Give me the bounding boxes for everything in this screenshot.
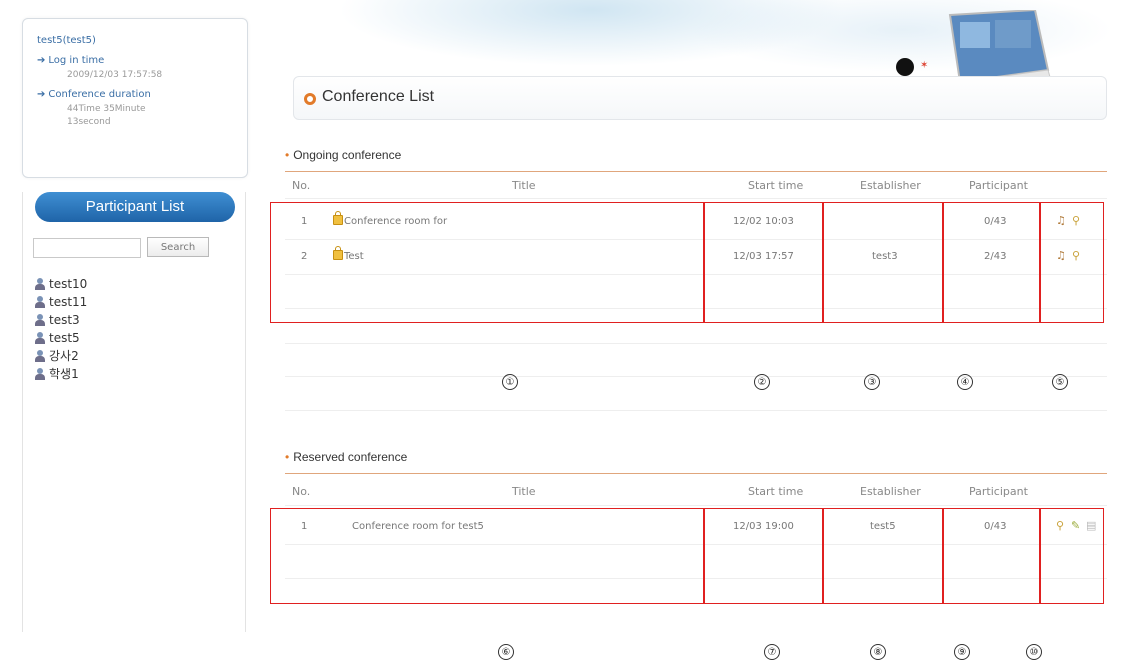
participant-item[interactable]: test11 xyxy=(35,294,87,310)
marker-4: ④ xyxy=(957,374,973,390)
participant-name: 학생1 xyxy=(49,367,79,381)
annotation-divider xyxy=(703,202,705,323)
col-header-start-time: Start time xyxy=(748,179,804,192)
participant-item[interactable]: 학생1 xyxy=(35,366,79,382)
title-bullet-icon xyxy=(304,93,316,105)
cable-icon: ✶ xyxy=(920,60,929,71)
bullet-icon: • xyxy=(285,148,290,162)
user-icon xyxy=(35,314,45,326)
annotation-divider xyxy=(822,508,824,604)
annotation-box-ongoing xyxy=(270,202,1104,323)
conference-duration-value-2: 13second xyxy=(67,117,111,127)
col-header-establisher: Establisher xyxy=(860,179,921,192)
participant-item[interactable]: test10 xyxy=(35,276,87,292)
participant-name: test3 xyxy=(49,313,80,327)
user-icon xyxy=(35,368,45,380)
participant-name: test5 xyxy=(49,331,80,345)
login-time-label: ➔ Log in time xyxy=(37,55,104,66)
user-info-box: test5(test5) ➔ Log in time 2009/12/03 17:… xyxy=(22,18,248,178)
participant-item[interactable]: test3 xyxy=(35,312,80,328)
col-header-no: No. xyxy=(292,485,311,498)
login-time-text: Log in time xyxy=(48,55,105,66)
marker-7: ⑦ xyxy=(764,644,780,660)
col-header-title: Title xyxy=(512,485,536,498)
webcam-icon xyxy=(896,58,914,76)
page-title-bar: Conference List xyxy=(293,76,1107,120)
reserved-section-title: • Reserved conference xyxy=(285,450,407,464)
marker-8: ⑧ xyxy=(870,644,886,660)
col-header-no: No. xyxy=(292,179,311,192)
grid-line xyxy=(285,505,1107,506)
annotation-divider xyxy=(942,508,944,604)
marker-9: ⑨ xyxy=(954,644,970,660)
login-time-value: 2009/12/03 17:57:58 xyxy=(67,70,163,80)
participant-search-button[interactable]: Search xyxy=(147,237,209,257)
ongoing-section-title: • Ongoing conference xyxy=(285,148,401,162)
section-divider xyxy=(285,473,1107,474)
grid-line xyxy=(285,343,1107,344)
arrow-icon: ➔ xyxy=(37,55,46,66)
conference-duration-text: Conference duration xyxy=(48,89,151,100)
annotation-divider xyxy=(822,202,824,323)
col-header-establisher: Establisher xyxy=(860,485,921,498)
annotation-divider xyxy=(703,508,705,604)
marker-1: ① xyxy=(502,374,518,390)
participant-list-panel: Participant List Search test10 test11 te… xyxy=(22,192,246,632)
annotation-divider xyxy=(1039,508,1041,604)
participant-name: 강사2 xyxy=(49,349,79,363)
col-header-participant: Participant xyxy=(969,485,1028,498)
participant-list-header: Participant List xyxy=(35,192,235,222)
col-header-title: Title xyxy=(512,179,536,192)
marker-5: ⑤ xyxy=(1052,374,1068,390)
col-header-start-time: Start time xyxy=(748,485,804,498)
user-icon xyxy=(35,296,45,308)
grid-line xyxy=(285,198,1107,199)
marker-10: ⑩ xyxy=(1026,644,1042,660)
grid-line xyxy=(285,410,1107,411)
user-icon xyxy=(35,332,45,344)
grid-line xyxy=(285,376,1107,377)
participant-name: test11 xyxy=(49,295,88,309)
user-icon xyxy=(35,350,45,362)
marker-3: ③ xyxy=(864,374,880,390)
arrow-icon: ➔ xyxy=(37,89,46,100)
reserved-section-label: Reserved conference xyxy=(293,450,408,464)
col-header-participant: Participant xyxy=(969,179,1028,192)
conference-duration-label: ➔ Conference duration xyxy=(37,89,151,100)
participant-name: test10 xyxy=(49,277,88,291)
participant-search-input[interactable] xyxy=(33,238,141,258)
bullet-icon: • xyxy=(285,450,290,464)
participant-item[interactable]: test5 xyxy=(35,330,80,346)
section-divider xyxy=(285,171,1107,172)
ongoing-section-label: Ongoing conference xyxy=(293,148,402,162)
annotation-box-reserved xyxy=(270,508,1104,604)
page-title: Conference List xyxy=(322,88,435,105)
marker-6: ⑥ xyxy=(498,644,514,660)
annotation-divider xyxy=(1039,202,1041,323)
conference-duration-value-1: 44Time 35Minute xyxy=(67,104,146,114)
marker-2: ② xyxy=(754,374,770,390)
username: test5(test5) xyxy=(37,35,96,46)
participant-item[interactable]: 강사2 xyxy=(35,348,79,364)
annotation-divider xyxy=(942,202,944,323)
user-icon xyxy=(35,278,45,290)
